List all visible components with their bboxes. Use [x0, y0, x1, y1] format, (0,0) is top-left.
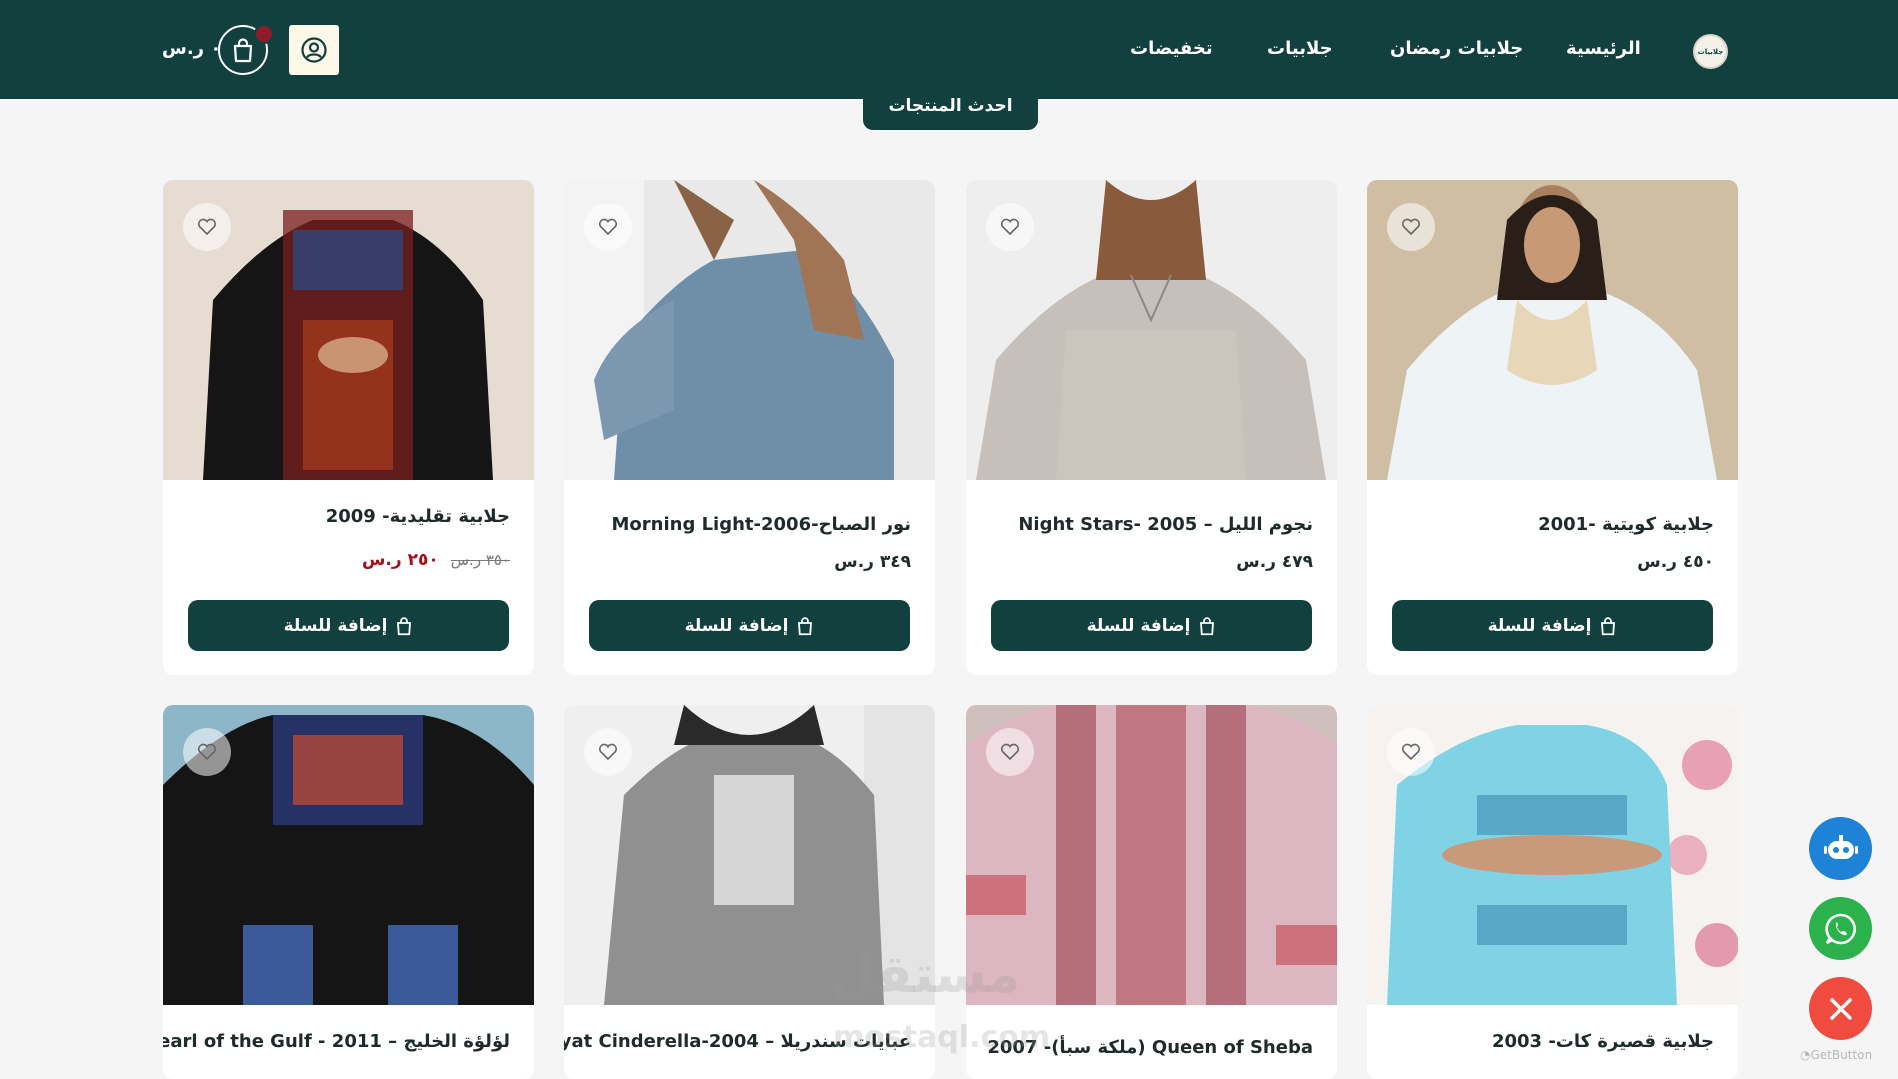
nav-discounts[interactable]: تخفيضات	[1130, 38, 1213, 59]
price-row: ٣٤٩ ر.س	[834, 552, 911, 572]
heart-icon	[197, 218, 217, 236]
favorite-button[interactable]	[183, 203, 231, 251]
product-card: جلابية قصيرة كات- 2003	[1367, 705, 1738, 1079]
add-to-cart-button[interactable]: إضافة للسلة	[1392, 600, 1713, 651]
heart-icon	[1401, 743, 1421, 761]
shopping-bag-icon	[798, 616, 813, 635]
sale-price: ٢٥٠ ر.س	[361, 550, 439, 570]
product-title[interactable]: جلابية كويتية -2001	[1538, 514, 1714, 535]
chatbot-button[interactable]	[1809, 817, 1872, 880]
add-to-cart-label: إضافة للسلة	[1086, 615, 1191, 636]
product-card: جلابية تقليدية- 2009 ٢٥٠ ر.س ٣٥٠ ر.س إضا…	[163, 180, 534, 675]
favorite-button[interactable]	[986, 203, 1034, 251]
close-icon	[1829, 997, 1852, 1020]
product-title[interactable]: نجوم الليل – Night Stars- 2005	[1018, 514, 1313, 535]
product-title[interactable]: جلابية قصيرة كات- 2003	[1492, 1031, 1714, 1052]
favorite-button[interactable]	[584, 203, 632, 251]
shopping-bag-icon	[397, 616, 412, 635]
add-to-cart-button[interactable]: إضافة للسلة	[188, 600, 509, 651]
shopping-bag-icon	[1200, 616, 1215, 635]
shopping-bag-icon	[1601, 616, 1616, 635]
whatsapp-button[interactable]	[1809, 897, 1872, 960]
add-to-cart-label: إضافة للسلة	[283, 615, 388, 636]
shopping-bag-icon	[233, 38, 253, 63]
favorite-button[interactable]	[1387, 728, 1435, 776]
add-to-cart-label: إضافة للسلة	[1487, 615, 1592, 636]
add-to-cart-button[interactable]: إضافة للسلة	[991, 600, 1312, 651]
favorite-button[interactable]	[986, 728, 1034, 776]
cart-total: ٠ ر.س	[162, 38, 222, 59]
favorite-button[interactable]	[584, 728, 632, 776]
watermark-logo: مستقل	[830, 945, 1021, 1005]
getbutton-credit[interactable]: ◔GetButton	[1800, 1048, 1872, 1062]
getbutton-label: GetButton	[1810, 1048, 1873, 1062]
add-to-cart-button[interactable]: إضافة للسلة	[589, 600, 910, 651]
account-button[interactable]	[289, 25, 339, 75]
old-price: ٣٥٠ ر.س	[450, 551, 510, 569]
product-card: جلابية كويتية -2001 ٤٥٠ ر.س إضافة للسلة	[1367, 180, 1738, 675]
nav-jalabiyas[interactable]: جلابيات	[1267, 38, 1333, 59]
heart-icon	[598, 743, 618, 761]
product-price: ٤٥٠ ر.س	[1637, 552, 1714, 572]
price-row: ٤٧٩ ر.س	[1236, 552, 1313, 572]
site-logo[interactable]: جلابيات	[1693, 34, 1728, 69]
product-price: ٤٧٩ ر.س	[1236, 552, 1313, 572]
close-floating-button[interactable]	[1809, 977, 1872, 1040]
logo-text: جلابيات	[1697, 47, 1724, 56]
latest-products-tab: احدث المنتجات	[863, 80, 1038, 130]
heart-icon	[1000, 218, 1020, 236]
heart-icon	[1401, 218, 1421, 236]
product-title[interactable]: جلابية تقليدية- 2009	[326, 506, 510, 527]
watermark-url: mostaql.com	[833, 1020, 1051, 1055]
price-row: ٤٥٠ ر.س	[1637, 552, 1714, 572]
chatbot-icon	[1823, 834, 1858, 859]
product-title[interactable]: نور الصباح-Morning Light-2006	[611, 514, 911, 535]
product-card: نور الصباح-Morning Light-2006 ٣٤٩ ر.س إض…	[564, 180, 935, 675]
getbutton-icon: ◔	[1800, 1048, 1811, 1062]
heart-icon	[1000, 743, 1020, 761]
heart-icon	[598, 218, 618, 236]
favorite-button[interactable]	[1387, 203, 1435, 251]
nav-ramadan-jalabiyas[interactable]: جلابيات رمضان	[1390, 38, 1523, 59]
add-to-cart-label: إضافة للسلة	[684, 615, 789, 636]
product-title[interactable]: لؤلؤة الخليج – 2011 - Pearl of the Gulf	[163, 1031, 510, 1052]
whatsapp-icon	[1824, 913, 1856, 944]
favorite-button[interactable]	[183, 728, 231, 776]
nav-home[interactable]: الرئيسية	[1566, 38, 1641, 59]
product-card: لؤلؤة الخليج – 2011 - Pearl of the Gulf	[163, 705, 534, 1079]
cart-count-badge	[254, 24, 274, 44]
price-row: ٢٥٠ ر.س ٣٥٠ ر.س	[362, 550, 510, 570]
user-circle-icon	[301, 37, 327, 63]
product-price: ٣٤٩ ر.س	[834, 552, 911, 572]
heart-icon	[197, 743, 217, 761]
product-card: نجوم الليل – Night Stars- 2005 ٤٧٩ ر.س إ…	[966, 180, 1337, 675]
